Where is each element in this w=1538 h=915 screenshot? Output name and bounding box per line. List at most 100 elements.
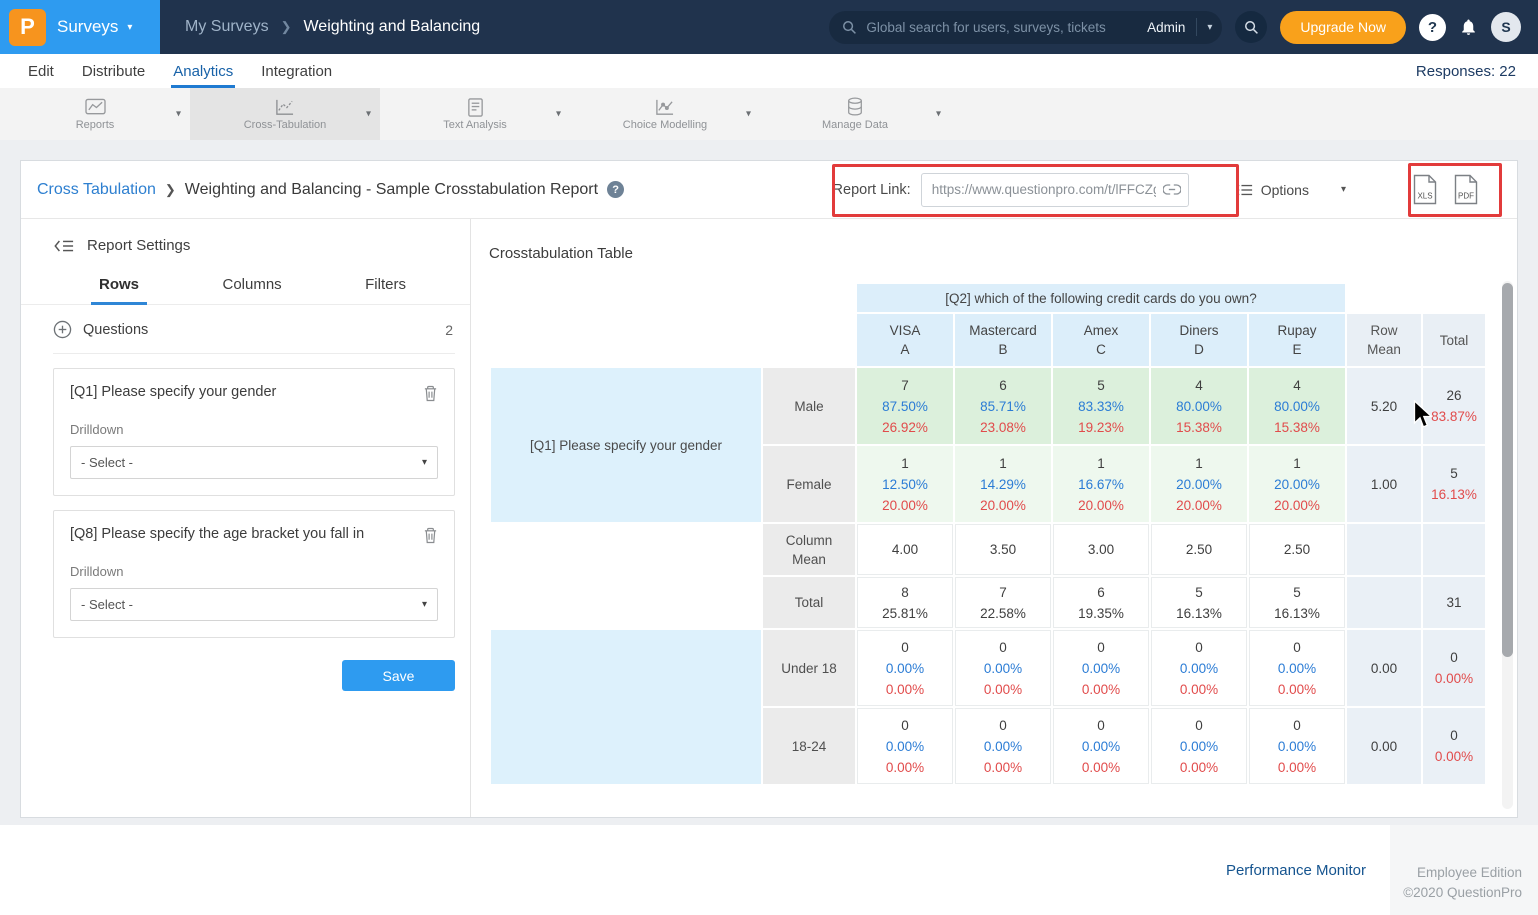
cross-tabulation-caret-icon[interactable]: ▾	[366, 109, 371, 120]
questions-label: Questions	[83, 322, 148, 338]
nav-analytics[interactable]: Analytics	[173, 54, 233, 88]
search-submit-button[interactable]	[1235, 11, 1267, 43]
save-button[interactable]: Save	[342, 660, 455, 691]
data-cell: 112.50%20.00%	[857, 446, 953, 522]
copy-link-button[interactable]	[1163, 182, 1181, 198]
question-section-cell: [Q1] Please specify your gender	[491, 368, 761, 522]
nav-edit[interactable]: Edit	[28, 54, 54, 88]
scrollbar-thumb[interactable]	[1502, 283, 1513, 657]
add-question-button[interactable]	[53, 320, 72, 339]
text-analysis-caret-icon[interactable]: ▾	[556, 109, 561, 120]
notifications-button[interactable]	[1459, 17, 1478, 37]
chevron-icon: ❯	[165, 182, 176, 198]
export-xls-button[interactable]: XLS	[1412, 174, 1438, 205]
help-button[interactable]: ?	[1419, 14, 1446, 41]
responses-count: Responses: 22	[1416, 63, 1516, 80]
question-section-cell	[491, 630, 761, 784]
report-help-button[interactable]: ?	[607, 181, 624, 198]
upgrade-now-button[interactable]: Upgrade Now	[1280, 11, 1406, 44]
settings-tabs: Rows Columns Filters	[21, 276, 470, 305]
tab-columns[interactable]: Columns	[222, 276, 281, 304]
bell-icon	[1459, 17, 1478, 37]
reports-caret-icon[interactable]: ▾	[176, 109, 181, 120]
global-search[interactable]: Admin ▾	[829, 11, 1222, 44]
chevron-down-icon: ▾	[422, 599, 427, 610]
breadcrumb-my-surveys[interactable]: My Surveys	[185, 18, 269, 36]
data-cell: 583.33%19.23%	[1053, 368, 1149, 444]
chevron-down-icon: ▾	[422, 457, 427, 468]
product-switcher[interactable]: P Surveys ▾	[0, 0, 160, 54]
document-lines-icon	[466, 98, 485, 117]
line-chart-icon	[85, 98, 106, 117]
delete-question-button[interactable]	[423, 527, 438, 544]
question-mark-icon: ?	[1428, 19, 1437, 36]
cross-tabulation-breadcrumb-link[interactable]: Cross Tabulation	[37, 181, 156, 199]
tool-cross-tabulation[interactable]: Cross-Tabulation ▾	[190, 88, 380, 140]
data-cell: 00.00%0.00%	[857, 708, 953, 784]
total-cell	[1423, 524, 1485, 575]
analytics-toolbar: Reports ▾ Cross-Tabulation ▾ Text Analys…	[0, 88, 1538, 140]
data-cell: 00.00%0.00%	[955, 708, 1051, 784]
topbar: P Surveys ▾ My Surveys ❯ Weighting and B…	[0, 0, 1538, 54]
column-header-visa: VISAA	[857, 314, 953, 366]
data-cell: 4.00	[857, 524, 953, 575]
row-mean-cell: 5.20	[1347, 368, 1421, 444]
choice-modelling-caret-icon[interactable]: ▾	[746, 109, 751, 120]
options-button[interactable]: Options	[1237, 182, 1309, 198]
search-scope-caret-icon[interactable]: ▾	[1207, 22, 1212, 33]
delete-question-button[interactable]	[423, 385, 438, 402]
svg-text:XLS: XLS	[1417, 192, 1432, 201]
performance-monitor-link[interactable]: Performance Monitor	[1226, 862, 1366, 879]
topbar-actions: Admin ▾ Upgrade Now ? S	[829, 11, 1538, 44]
crosstab-row: Under 1800.00%0.00%00.00%0.00%00.00%0.00…	[491, 630, 1485, 706]
data-cell: 516.13%	[1249, 577, 1345, 628]
data-cell: 685.71%23.08%	[955, 368, 1051, 444]
edition-info: Employee Edition ©2020 QuestionPro	[1390, 825, 1538, 915]
tool-choice-modelling[interactable]: Choice Modelling ▾	[570, 88, 760, 140]
row-mean-header: Row Mean	[1347, 314, 1421, 366]
trash-icon	[423, 385, 438, 402]
breadcrumb-current: Weighting and Balancing	[303, 18, 480, 36]
user-avatar[interactable]: S	[1491, 12, 1521, 42]
report-card: Cross Tabulation ❯ Weighting and Balanci…	[20, 160, 1518, 818]
product-caret-icon[interactable]: ▾	[127, 22, 132, 33]
tool-label: Text Analysis	[443, 119, 507, 131]
questionpro-logo[interactable]: P	[9, 9, 46, 46]
nav-integration[interactable]: Integration	[261, 54, 332, 88]
data-cell: 480.00%15.38%	[1249, 368, 1345, 444]
tool-reports[interactable]: Reports ▾	[0, 88, 190, 140]
tab-rows[interactable]: Rows	[99, 276, 139, 304]
edition-label: Employee Edition	[1390, 863, 1522, 883]
global-search-input[interactable]	[866, 20, 1139, 35]
page-footer: Performance Monitor Employee Edition ©20…	[0, 825, 1538, 915]
drilldown-select[interactable]: - Select - ▾	[70, 446, 438, 479]
copyright-label: ©2020 QuestionPro	[1390, 883, 1522, 903]
search-scope-selector[interactable]: Admin	[1147, 20, 1185, 35]
options-caret-icon[interactable]: ▾	[1341, 184, 1346, 195]
total-cell: 516.13%	[1423, 446, 1485, 522]
options-label: Options	[1261, 182, 1309, 198]
drilldown-select[interactable]: - Select - ▾	[70, 588, 438, 621]
blank-section-cell	[491, 524, 761, 628]
row-label-cell: Female	[763, 446, 855, 522]
pdf-file-icon: PDF	[1453, 174, 1479, 205]
tool-manage-data[interactable]: Manage Data ▾	[760, 88, 950, 140]
data-cell: 3.00	[1053, 524, 1149, 575]
collapse-panel-button[interactable]	[53, 238, 74, 254]
data-cell: 00.00%0.00%	[857, 630, 953, 706]
survey-nav: Edit Distribute Analytics Integration Re…	[0, 54, 1538, 88]
manage-data-caret-icon[interactable]: ▾	[936, 109, 941, 120]
report-title: Weighting and Balancing - Sample Crossta…	[185, 181, 598, 199]
tool-text-analysis[interactable]: Text Analysis ▾	[380, 88, 570, 140]
export-pdf-button[interactable]: PDF	[1453, 174, 1479, 205]
total-cell: 31	[1423, 577, 1485, 628]
row-label-cell: Column Mean	[763, 524, 855, 575]
row-label-cell: 18-24	[763, 708, 855, 784]
question-header-cell: [Q2] which of the following credit cards…	[857, 284, 1345, 312]
crosstab-area: Crosstabulation Table [Q2] which of the …	[471, 219, 1517, 817]
column-header-diners: DinersD	[1151, 314, 1247, 366]
tab-filters[interactable]: Filters	[365, 276, 406, 304]
nav-distribute[interactable]: Distribute	[82, 54, 145, 88]
report-link-input[interactable]	[921, 173, 1189, 207]
vertical-scrollbar[interactable]	[1502, 281, 1513, 809]
